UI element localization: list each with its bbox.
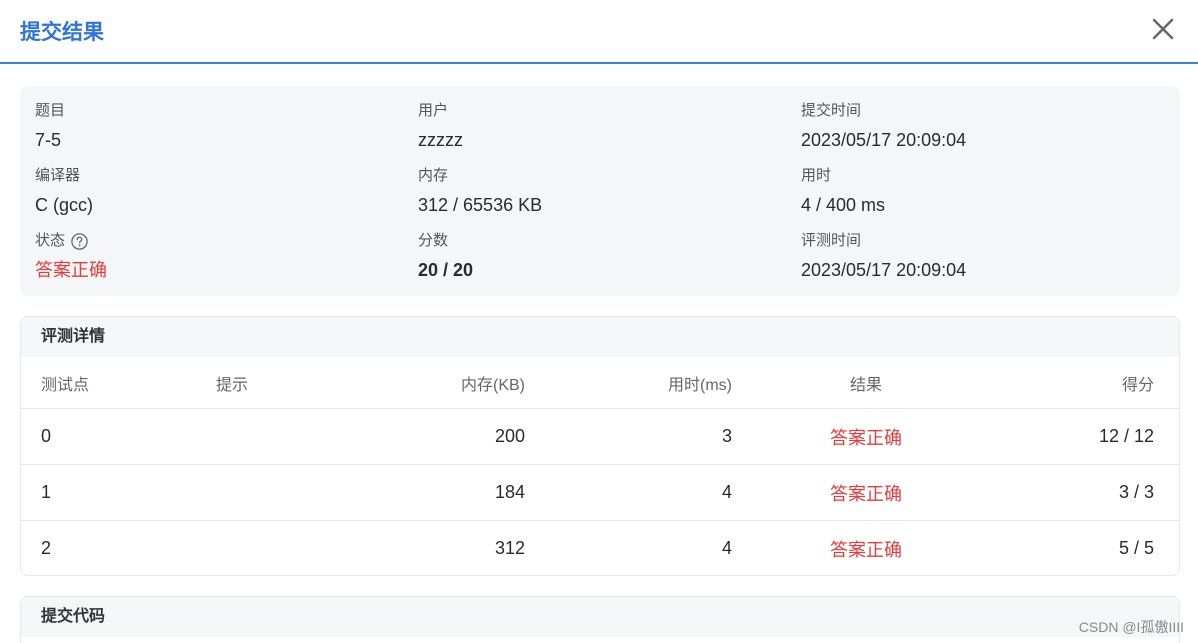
memory-label: 内存 [418, 167, 449, 184]
judge-time-label: 评测时间 [801, 232, 862, 249]
row-time: 3 [721, 426, 732, 446]
submission-info-panel: 题目 7-5 用户 zzzzz 提交时间 2023/05/17 20:09:04… [20, 86, 1180, 296]
status-label: 状态 [35, 232, 66, 249]
submit-time-label: 提交时间 [801, 102, 862, 119]
row-result: 答案正确 [830, 427, 902, 448]
question-circle-icon[interactable] [71, 232, 88, 250]
row-result: 答案正确 [830, 483, 902, 504]
problem-value: 7-5 [35, 130, 62, 150]
memory-info: 内存 312 / 65536 KB [418, 166, 778, 216]
memory-value: 312 / 65536 KB [418, 195, 543, 215]
compiler-label: 编译器 [35, 167, 81, 184]
score-value: 20 / 20 [418, 260, 474, 280]
judge-details-title: 评测详情 [21, 317, 1179, 357]
table-row: 0 200 3 答案正确 12 / 12 [21, 409, 1179, 465]
row-point: 0 [41, 426, 52, 446]
user-label: 用户 [418, 102, 449, 119]
row-point: 1 [41, 482, 52, 502]
compiler-info: 编译器 C (gcc) [35, 166, 395, 216]
row-result: 答案正确 [830, 539, 902, 560]
submitted-code-title: 提交代码 [21, 597, 1179, 637]
judge-table-header: 测试点 提示 内存(KB) 用时(ms) 结果 得分 [21, 357, 1179, 409]
row-time: 4 [721, 482, 732, 502]
compiler-value: C (gcc) [35, 195, 93, 215]
judge-time-info: 评测时间 2023/05/17 20:09:04 [801, 231, 1161, 281]
time-info: 用时 4 / 400 ms [801, 166, 1161, 216]
user-value: zzzzz [418, 130, 463, 150]
row-point: 2 [41, 538, 52, 558]
table-row: 1 184 4 答案正确 3 / 3 [21, 465, 1179, 521]
problem-info: 题目 7-5 [35, 101, 395, 151]
problem-label: 题目 [35, 102, 66, 119]
status-info: 状态 答案正确 [35, 231, 395, 281]
time-value: 4 / 400 ms [801, 195, 886, 215]
submit-time-info: 提交时间 2023/05/17 20:09:04 [801, 101, 1161, 151]
submitted-code-card: 提交代码 [20, 596, 1180, 643]
column-header-memory: 内存(KB) [460, 376, 525, 394]
watermark: CSDN @I孤傲IIII [1078, 619, 1184, 635]
column-header-point: 测试点 [41, 376, 90, 394]
row-score: 12 / 12 [1098, 426, 1154, 446]
dialog-header: 提交结果 [0, 0, 1198, 64]
row-memory: 184 [494, 482, 525, 502]
judge-time-value: 2023/05/17 20:09:04 [801, 260, 967, 280]
status-value: 答案正确 [35, 260, 107, 280]
score-label: 分数 [418, 232, 449, 249]
row-memory: 200 [494, 426, 525, 446]
judge-details-card: 评测详情 测试点 提示 内存(KB) 用时(ms) 结果 得分 0 200 3 … [20, 316, 1180, 576]
column-header-hint: 提示 [216, 376, 249, 394]
row-time: 4 [721, 538, 732, 558]
row-score: 5 / 5 [1118, 538, 1154, 558]
user-info: 用户 zzzzz [418, 101, 778, 151]
column-header-time: 用时(ms) [668, 376, 732, 394]
submission-result-dialog: 提交结果 题目 7-5 用户 zzzzz 提交时间 2023/05/17 20:… [0, 0, 1198, 643]
close-icon[interactable] [1150, 16, 1176, 42]
table-row: 2 312 4 答案正确 5 / 5 [21, 521, 1179, 575]
score-info: 分数 20 / 20 [418, 231, 778, 281]
submit-time-value: 2023/05/17 20:09:04 [801, 130, 967, 150]
column-header-result: 结果 [849, 376, 882, 394]
close-button[interactable] [1150, 16, 1176, 42]
row-score: 3 / 3 [1118, 482, 1154, 502]
dialog-title: 提交结果 [20, 21, 104, 44]
column-header-score: 得分 [1121, 376, 1154, 394]
status-label-row: 状态 [35, 231, 395, 251]
row-memory: 312 [494, 538, 525, 558]
time-label: 用时 [801, 167, 832, 184]
